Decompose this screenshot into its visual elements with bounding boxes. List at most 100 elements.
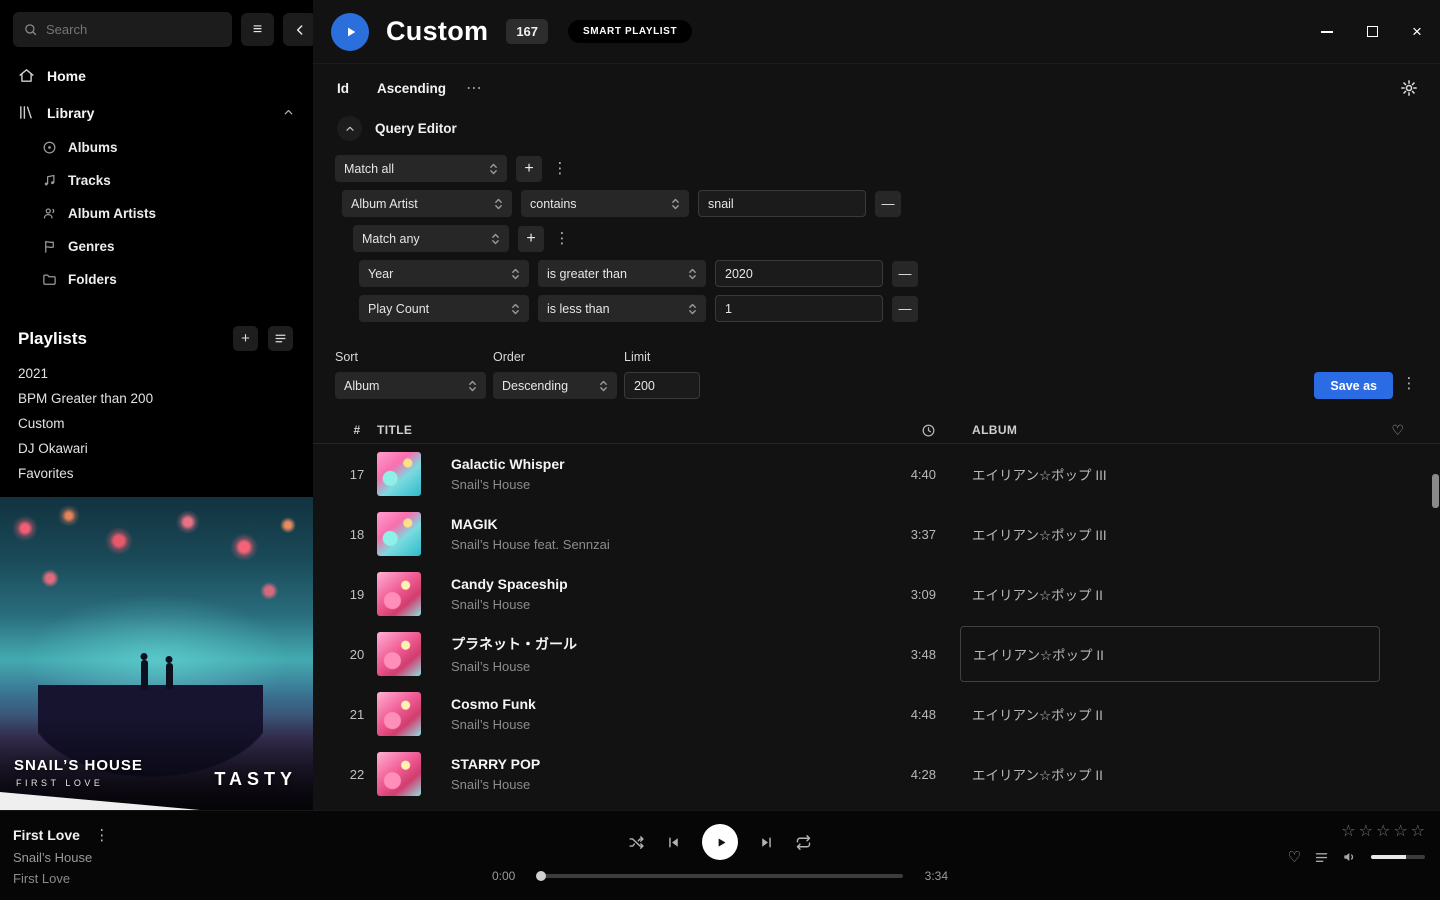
- column-number[interactable]: #: [337, 423, 377, 437]
- play-pause-button[interactable]: [702, 824, 738, 860]
- table-row[interactable]: 21 Cosmo FunkSnail’s House 4:48 エイリアン☆ポッ…: [313, 684, 1440, 744]
- volume-button[interactable]: [1342, 849, 1358, 865]
- playlist-item[interactable]: DJ Okawari: [0, 436, 313, 461]
- sidebar-item-home[interactable]: Home: [0, 57, 313, 94]
- add-group-rule-button[interactable]: +: [518, 226, 544, 252]
- track-album[interactable]: エイリアン☆ポップ III: [936, 464, 1380, 484]
- queue-button[interactable]: [1314, 850, 1329, 865]
- add-playlist-button[interactable]: +: [233, 326, 258, 351]
- star-button[interactable]: ☆: [1359, 824, 1373, 840]
- table-row[interactable]: 17 Galactic WhisperSnail’s House 4:40 エイ…: [313, 444, 1440, 504]
- repeat-button[interactable]: [795, 834, 812, 851]
- select-caret-icon: [511, 301, 520, 317]
- column-album[interactable]: ALBUM: [936, 423, 1380, 437]
- sidebar: ≡ Home Library Albums: [0, 0, 313, 810]
- rule-value-input[interactable]: [698, 190, 866, 217]
- favorite-button[interactable]: ♡: [1288, 850, 1301, 865]
- close-button[interactable]: ×: [1408, 23, 1426, 41]
- save-as-button[interactable]: Save as: [1314, 372, 1393, 399]
- player-center: 0:00 3:34: [492, 824, 948, 883]
- sidebar-item-library[interactable]: Library: [0, 94, 313, 131]
- track-album[interactable]: エイリアン☆ポップ II: [936, 584, 1380, 604]
- table-row[interactable]: 20 プラネット・ガールSnail’s House 3:48 エイリアン☆ポップ…: [313, 624, 1440, 684]
- play-playlist-button[interactable]: [331, 13, 369, 51]
- save-menu-button[interactable]: ⋮: [1400, 376, 1418, 391]
- playlist-list-button[interactable]: [268, 326, 293, 351]
- sidebar-item-tracks[interactable]: Tracks: [0, 164, 313, 197]
- search-input[interactable]: [46, 22, 222, 37]
- star-button[interactable]: ☆: [1411, 824, 1425, 840]
- playlist-item[interactable]: Favorites: [0, 461, 313, 486]
- rule-field-select[interactable]: Play Count: [359, 295, 529, 322]
- order-select[interactable]: Descending: [493, 372, 617, 399]
- library-icon: [18, 104, 35, 121]
- settings-button[interactable]: [1400, 79, 1418, 97]
- table-row[interactable]: 18 MAGIKSnail’s House feat. Sennzai 3:37…: [313, 504, 1440, 564]
- limit-input[interactable]: [624, 372, 700, 399]
- select-caret-icon: [671, 196, 680, 212]
- table-row[interactable]: 19 Candy SpaceshipSnail’s House 3:09 エイリ…: [313, 564, 1440, 624]
- column-favorite[interactable]: ♡: [1392, 422, 1405, 439]
- track-album[interactable]: エイリアン☆ポップ II: [936, 704, 1380, 724]
- playlist-item[interactable]: Custom: [0, 411, 313, 436]
- sidebar-item-folders[interactable]: Folders: [0, 263, 313, 296]
- rule-operator-select[interactable]: contains: [521, 190, 689, 217]
- now-playing-artist[interactable]: Snail’s House: [13, 850, 111, 865]
- sidebar-item-album-artists[interactable]: Album Artists: [0, 197, 313, 230]
- track-artist: Snail’s House: [451, 659, 876, 674]
- column-duration[interactable]: [921, 423, 936, 438]
- shuffle-button[interactable]: [628, 834, 645, 851]
- remove-rule-button[interactable]: —: [892, 296, 918, 322]
- rule-field-select[interactable]: Album Artist: [342, 190, 512, 217]
- maximize-button[interactable]: [1363, 23, 1381, 41]
- sidebar-item-albums[interactable]: Albums: [0, 131, 313, 164]
- skip-back-icon: [665, 834, 682, 851]
- rule-group-menu-button[interactable]: ⋮: [551, 161, 569, 176]
- root-match-select[interactable]: Match all: [335, 155, 507, 182]
- now-playing-menu-button[interactable]: ⋮: [93, 828, 111, 843]
- collapse-query-editor-button[interactable]: [337, 116, 362, 141]
- star-button[interactable]: ☆: [1393, 824, 1407, 840]
- track-album[interactable]: エイリアン☆ポップ II: [936, 764, 1380, 784]
- now-playing-album[interactable]: First Love: [13, 871, 111, 886]
- scrollbar-thumb[interactable]: [1432, 474, 1439, 508]
- star-icon: ☆: [1393, 823, 1407, 840]
- track-album[interactable]: エイリアン☆ポップ III: [936, 524, 1380, 544]
- seek-slider[interactable]: [537, 874, 903, 878]
- remove-rule-button[interactable]: —: [875, 191, 901, 217]
- sidebar-item-label: Album Artists: [68, 206, 156, 221]
- rule-operator-select[interactable]: is greater than: [538, 260, 706, 287]
- playlist-item[interactable]: 2021: [0, 361, 313, 386]
- playlist-item[interactable]: BPM Greater than 200: [0, 386, 313, 411]
- player-right: ☆ ☆ ☆ ☆ ☆ ♡: [1288, 824, 1425, 865]
- table-row[interactable]: 22 STARRY POPSnail’s House 4:28 エイリアン☆ポッ…: [313, 744, 1440, 804]
- minimize-button[interactable]: [1318, 23, 1336, 41]
- more-options-button[interactable]: ⋯: [466, 78, 482, 98]
- volume-slider[interactable]: [1371, 855, 1425, 859]
- sort-direction-button[interactable]: Ascending: [377, 81, 446, 96]
- rule-value-input[interactable]: [715, 295, 883, 322]
- sidebar-item-genres[interactable]: Genres: [0, 230, 313, 263]
- rule-value-input[interactable]: [715, 260, 883, 287]
- sort-select[interactable]: Album: [335, 372, 486, 399]
- track-album-focused[interactable]: エイリアン☆ポップ II: [960, 626, 1380, 682]
- previous-track-button[interactable]: [665, 834, 682, 851]
- next-track-button[interactable]: [758, 834, 775, 851]
- seek-knob[interactable]: [536, 871, 546, 881]
- now-playing-album-art[interactable]: SNAIL’S HOUSE FIRST LOVE TASTY: [0, 497, 313, 810]
- sort-field-button[interactable]: Id: [337, 81, 349, 96]
- group-match-select[interactable]: Match any: [353, 225, 509, 252]
- star-button[interactable]: ☆: [1376, 824, 1390, 840]
- search-box[interactable]: [13, 12, 232, 47]
- group-menu-button[interactable]: ⋮: [553, 231, 571, 246]
- remove-rule-button[interactable]: —: [892, 261, 918, 287]
- star-button[interactable]: ☆: [1341, 824, 1355, 840]
- menu-button[interactable]: ≡: [241, 13, 274, 46]
- now-playing-title[interactable]: First Love: [13, 827, 80, 843]
- rule-field-select[interactable]: Year: [359, 260, 529, 287]
- rule-operator-select[interactable]: is less than: [538, 295, 706, 322]
- ellipsis-icon: ⋯: [466, 80, 482, 97]
- column-title[interactable]: TITLE: [377, 423, 876, 437]
- back-button[interactable]: [283, 13, 313, 46]
- add-rule-button[interactable]: +: [516, 156, 542, 182]
